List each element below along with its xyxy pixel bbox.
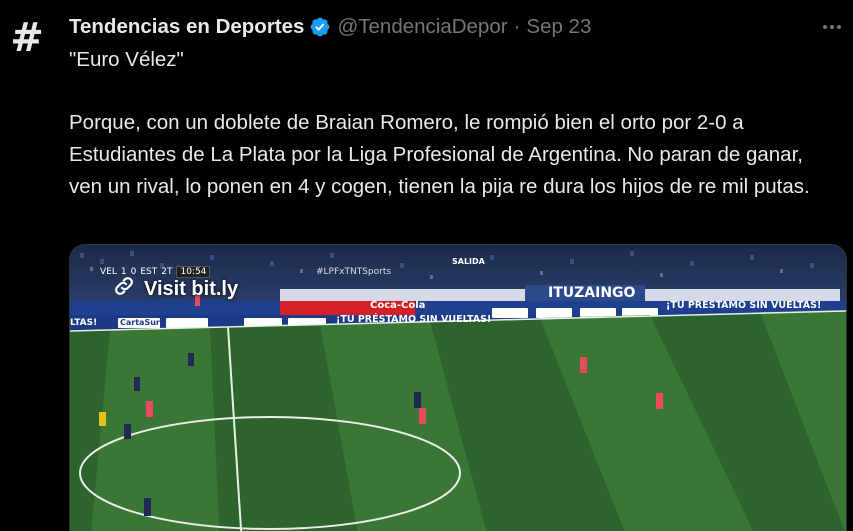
tweet-line-quote: "Euro Vélez" [69,48,184,71]
display-name[interactable]: Tendencias en Deportes [69,15,304,39]
tweet-paragraph: Porque, con un doblete de Braian Romero,… [69,111,810,198]
tweet[interactable]: # Tendencias en Deportes @TendenciaDepor… [0,0,853,531]
tweet-text: "Euro Vélez" Porque, con un doblete de B… [69,44,839,203]
sponsor-board: CartaSur [120,318,160,327]
board-slogan-2: ¡TU PRÉSTAMO SIN VUELTAS! [666,300,822,311]
tweet-header: Tendencias en Deportes @TendenciaDepor ·… [69,12,813,42]
board-left-text: LTAS! [70,318,98,328]
timestamp[interactable]: Sep 23 [526,15,591,39]
stand-banner-text: ITUZAINGO [548,285,636,301]
visit-link-label: Visit bit.ly [144,277,239,300]
avatar[interactable]: # [8,18,46,58]
more-options-icon[interactable] [819,16,845,38]
handle[interactable]: @TendenciaDepor [337,15,507,39]
verified-badge-icon [309,16,331,38]
separator: · [513,15,521,38]
link-icon [112,274,136,304]
visit-link[interactable]: Visit bit.ly [112,274,238,304]
board-slogan-1: ¡TU PRÉSTAMO SIN VUELTAS! [336,314,492,325]
salida-sign: SALIDA [452,257,485,266]
cocacola-board: Coca-Cola [370,300,426,311]
broadcast-hashtag: #LPFxTNTSports [316,267,392,277]
